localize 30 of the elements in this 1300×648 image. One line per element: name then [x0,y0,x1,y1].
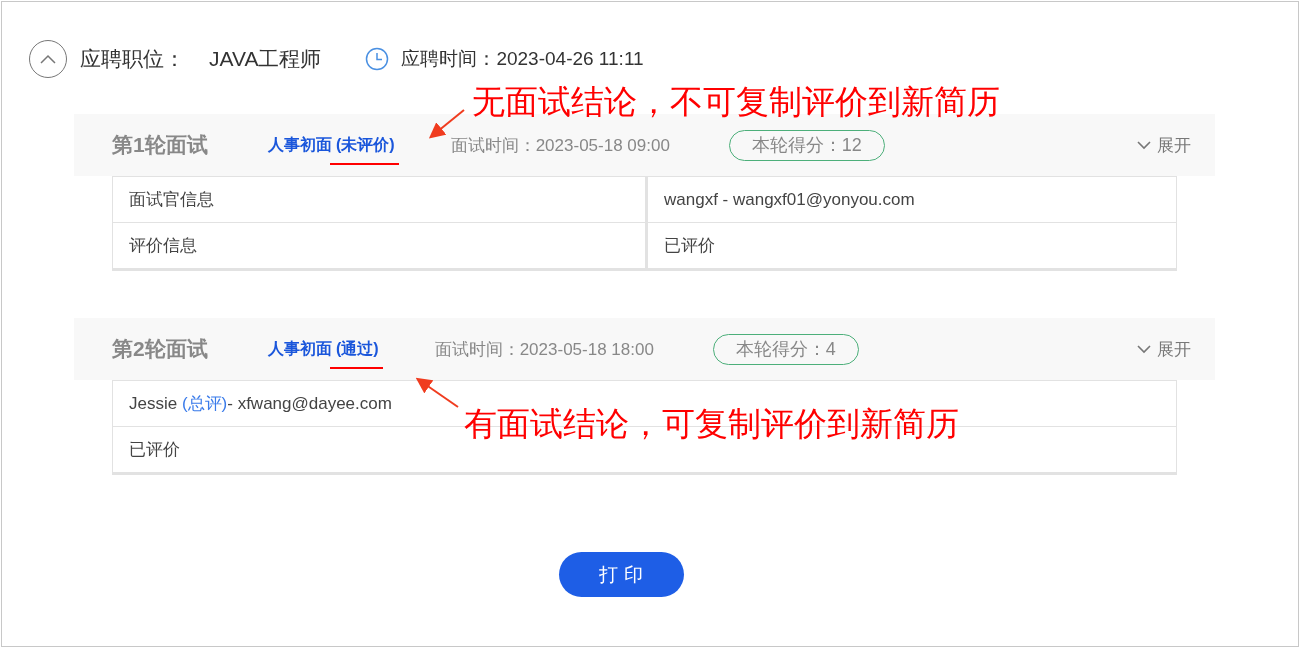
print-button[interactable]: 打 印 [558,552,684,597]
table-cell: 面试官信息 [112,176,647,223]
application-time: 应聘时间：2023-04-26 11:11 [401,47,644,71]
round-title: 第1轮面试 [112,132,209,158]
annotation-arrow [415,377,459,408]
chevron-up-icon [40,54,56,64]
table-cell: wangxf - wangxf01@yonyou.com [646,176,1177,223]
expand-toggle[interactable]: 展开 [1137,337,1191,361]
chevron-down-icon [1137,140,1151,150]
interview-status: (通过) [336,338,379,360]
interview-type: 人事初面 [268,338,332,359]
underline-mark [330,366,383,369]
interview-type: 人事初面 [268,134,332,155]
annotation-text: 无面试结论，不可复制评价到新简历 [472,81,1000,123]
annotation-text: 有面试结论，可复制评价到新简历 [464,403,959,445]
position-label: 应聘职位： [80,46,185,72]
interview-status: (未评价) [336,134,395,156]
interview-time: 面试时间：2023-05-18 18:00 [434,338,655,361]
expand-toggle[interactable]: 展开 [1137,133,1191,157]
round-title: 第2轮面试 [112,336,209,362]
interview-time: 面试时间：2023-05-18 09:00 [450,134,671,157]
annotation-arrow [428,109,465,139]
summary-tag: (总评) [181,394,228,413]
chevron-down-icon [1137,344,1151,354]
position-value: JAVA工程师 [209,46,322,72]
table-cell: 评价信息 [112,222,647,270]
interviewer-email: - xfwang@dayee.com [227,394,392,413]
underline-mark [330,162,399,165]
clock-icon [365,47,390,71]
interviewer-name: Jessie [129,394,178,413]
